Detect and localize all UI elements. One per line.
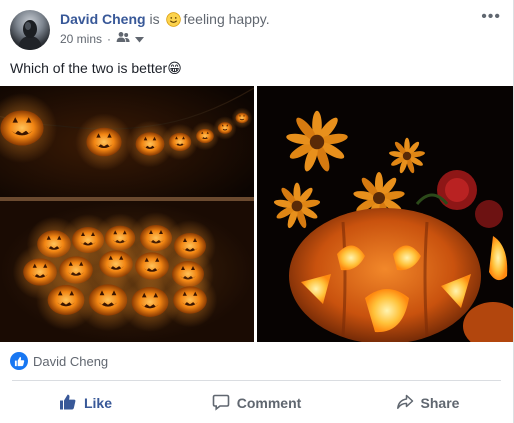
photo-grid bbox=[0, 86, 513, 342]
chevron-down-icon[interactable] bbox=[135, 32, 145, 46]
like-button[interactable]: Like bbox=[0, 388, 171, 418]
author-avatar[interactable] bbox=[10, 10, 50, 50]
feeling-text: feeling happy. bbox=[183, 11, 270, 27]
grin-emoji: 😁 bbox=[167, 60, 182, 76]
header-verb: is bbox=[149, 11, 160, 27]
reaction-names[interactable]: David Cheng bbox=[33, 354, 108, 369]
audience-friends-icon[interactable] bbox=[116, 31, 130, 46]
like-reaction-icon bbox=[10, 352, 28, 370]
photo-pumpkin-lights[interactable] bbox=[0, 86, 254, 342]
thumbs-up-icon bbox=[59, 393, 77, 414]
post-text: Which of the two is better😁 bbox=[10, 59, 182, 77]
post-header: David Cheng is feeling happy. bbox=[60, 10, 270, 31]
timestamp[interactable]: 20 mins bbox=[60, 32, 102, 46]
more-options-button[interactable]: ••• bbox=[481, 8, 501, 26]
share-icon bbox=[396, 393, 414, 414]
feed-post: David Cheng is feeling happy. 20 mins · bbox=[0, 0, 514, 423]
post-text-content: Which of the two is better bbox=[10, 60, 168, 76]
author-name[interactable]: David Cheng bbox=[60, 11, 146, 27]
post-meta: 20 mins · bbox=[60, 31, 145, 46]
photo-carved-pumpkin-flowers[interactable] bbox=[257, 86, 513, 342]
reactions-summary[interactable]: David Cheng bbox=[10, 352, 108, 370]
action-divider bbox=[12, 380, 501, 381]
comment-button[interactable]: Comment bbox=[171, 388, 342, 418]
share-label: Share bbox=[420, 395, 460, 411]
like-label: Like bbox=[83, 395, 112, 411]
smiley-icon bbox=[166, 12, 182, 31]
share-button[interactable]: Share bbox=[342, 388, 513, 418]
comment-icon bbox=[212, 393, 230, 414]
meta-separator: · bbox=[107, 31, 112, 46]
post-actions: Like Comment Share bbox=[0, 388, 513, 418]
comment-label: Comment bbox=[236, 395, 302, 411]
